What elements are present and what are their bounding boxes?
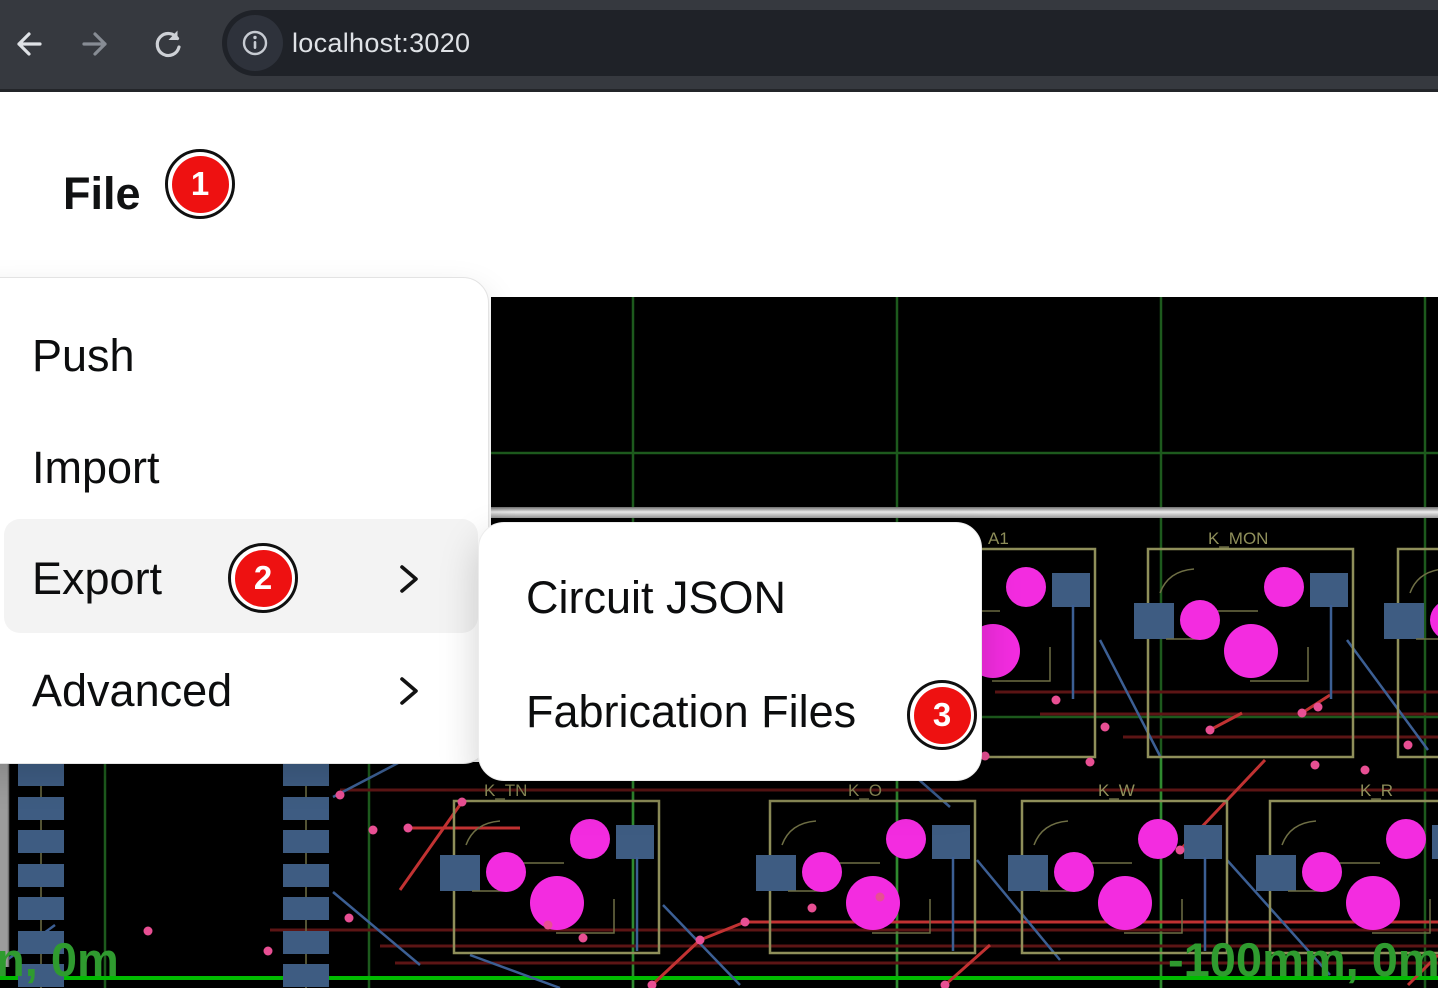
menu-item-label: Import	[32, 442, 160, 494]
address-bar[interactable]: localhost:3020	[222, 10, 1438, 76]
annotation-number: 3	[914, 687, 971, 744]
page-background: File	[0, 92, 1438, 988]
submenu-item-label: Circuit JSON	[526, 572, 786, 624]
reload-button[interactable]	[150, 26, 186, 62]
component-label: K_TN	[484, 781, 527, 800]
menu-item-advanced[interactable]: Advanced	[0, 635, 488, 747]
annotation-number: 1	[172, 156, 229, 213]
submenu-item-circuit-json[interactable]: Circuit JSON	[479, 561, 981, 635]
grid-coordinate-label-left: n, 0m	[0, 933, 119, 986]
annotation-badge-3: 3	[907, 680, 977, 750]
menu-item-label: Push	[32, 330, 135, 382]
site-info-button[interactable]	[227, 15, 283, 71]
menu-item-import[interactable]: Import	[0, 412, 488, 524]
back-button[interactable]	[10, 26, 46, 62]
horizontal-divider-bar[interactable]	[491, 507, 1438, 518]
chevron-right-icon	[391, 672, 425, 710]
browser-toolbar: localhost:3020	[0, 0, 1438, 92]
forward-arrow-icon	[78, 26, 114, 62]
screen: localhost:3020 File	[0, 0, 1438, 988]
annotation-badge-1: 1	[165, 149, 235, 219]
url-text: localhost:3020	[292, 28, 470, 59]
menu-item-push[interactable]: Push	[0, 300, 488, 412]
back-arrow-icon	[10, 26, 46, 62]
annotation-number: 2	[235, 550, 292, 607]
file-menu-button[interactable]: File	[63, 168, 141, 220]
component-label: K_W	[1098, 781, 1135, 800]
component-label: K_R	[1360, 781, 1393, 800]
reload-icon	[150, 26, 186, 62]
chevron-right-icon	[391, 560, 425, 598]
component-label: A1	[988, 529, 1009, 548]
menu-item-label: Export	[32, 553, 162, 605]
forward-button[interactable]	[78, 26, 114, 62]
submenu-item-label: Fabrication Files	[526, 686, 856, 738]
component-label: K_MON	[1208, 529, 1268, 548]
menu-item-label: Advanced	[32, 665, 232, 717]
submenu-item-fabrication-files[interactable]: Fabrication Files	[479, 675, 981, 749]
grid-coordinate-label-right: -100mm, 0m	[1168, 933, 1438, 986]
file-menu-dropdown: Push Import Export Advanced	[0, 277, 489, 764]
export-submenu: Circuit JSON Fabrication Files	[478, 522, 982, 781]
component-label: K_O	[848, 781, 882, 800]
page-info-icon	[237, 25, 273, 61]
annotation-badge-2: 2	[228, 543, 298, 613]
